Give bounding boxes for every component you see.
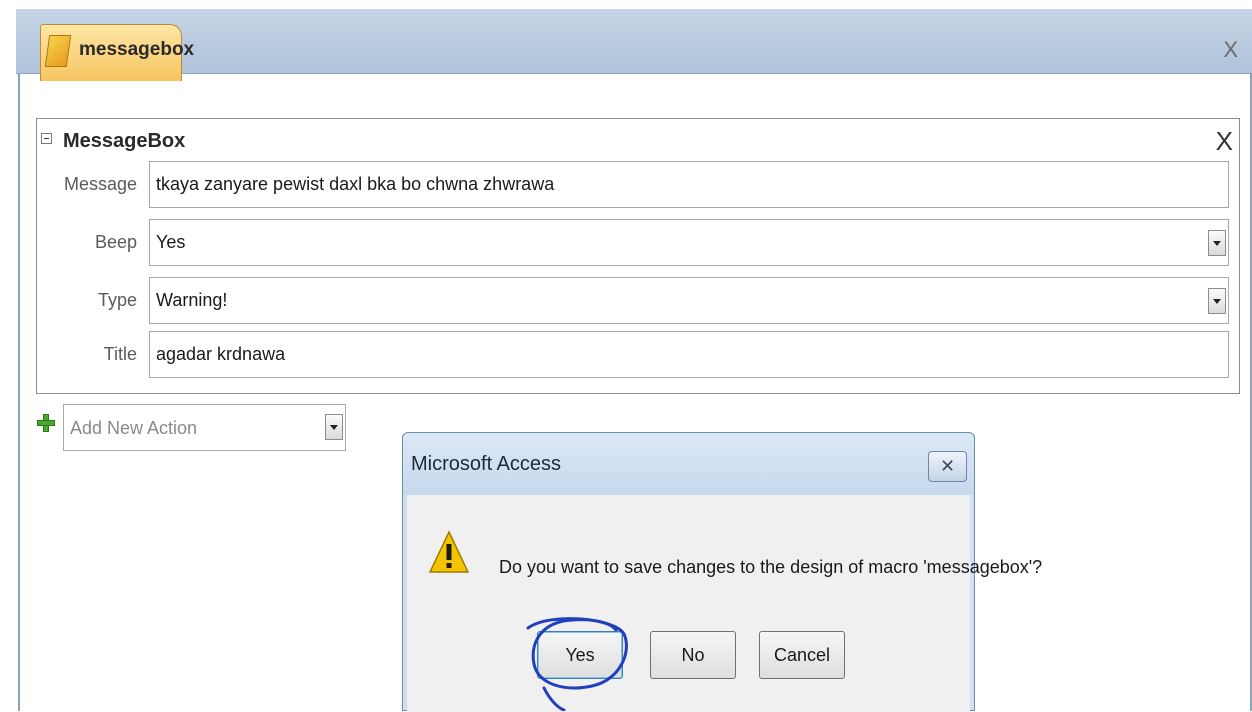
add-new-action-select[interactable]: Add New Action [63,404,346,451]
message-input[interactable]: tkaya zanyare pewist daxl bka bo chwna z… [149,161,1229,208]
argument-label: Beep [94,232,137,252]
document-tab-label: messagebox [79,39,195,60]
chevron-down-icon[interactable] [1208,230,1226,256]
argument-value: tkaya zanyare pewist daxl bka bo chwna z… [156,174,555,194]
title-input[interactable]: agadar krdnawa [149,331,1229,378]
argument-label: Title [103,344,137,364]
messagebox-action-block: MessageBox X Message tkaya zanyare pewis… [36,118,1240,394]
no-button[interactable]: No [650,631,736,679]
warning-icon [429,530,469,573]
dialog-message: Do you want to save changes to the desig… [499,557,1043,577]
argument-value: Warning! [156,290,228,310]
delete-action-button[interactable]: X [1216,126,1233,157]
add-plus-icon [37,414,55,432]
argument-row-message: Message tkaya zanyare pewist daxl bka bo… [37,161,1241,209]
cancel-button[interactable]: Cancel [759,631,845,679]
argument-row-beep: Beep Yes [37,219,1241,267]
argument-value: agadar krdnawa [156,344,286,364]
type-select[interactable]: Warning! [149,277,1229,324]
argument-row-type: Type Warning! [37,277,1241,325]
save-changes-dialog: Microsoft Access ✕ Do you want to save c… [402,432,1042,712]
dialog-title: Microsoft Access [411,453,562,475]
macro-icon [44,35,72,67]
beep-select[interactable]: Yes [149,219,1229,266]
chevron-down-icon[interactable] [1208,288,1226,314]
argument-label: Message [63,174,137,194]
argument-label: Type [97,290,137,310]
close-document-button[interactable]: X [1223,37,1238,63]
macro-designer-window: messagebox X MessageBox X Message tkaya … [0,0,1252,712]
argument-value: Yes [156,232,186,252]
dialog-body: Do you want to save changes to the desig… [407,495,1042,712]
chevron-down-icon[interactable] [325,414,343,440]
document-tab-strip: messagebox X [16,9,1252,81]
add-action-placeholder: Add New Action [70,418,198,438]
dialog-close-button[interactable]: ✕ [928,451,967,482]
yes-button[interactable]: Yes [537,631,623,679]
frame-left-border [18,73,20,711]
action-name: MessageBox [63,130,186,152]
document-tab-messagebox[interactable]: messagebox [40,24,194,81]
argument-row-title: Title agadar krdnawa [37,331,1241,379]
dialog-titlebar: Microsoft Access ✕ [403,433,974,495]
collapse-icon[interactable] [41,133,52,144]
